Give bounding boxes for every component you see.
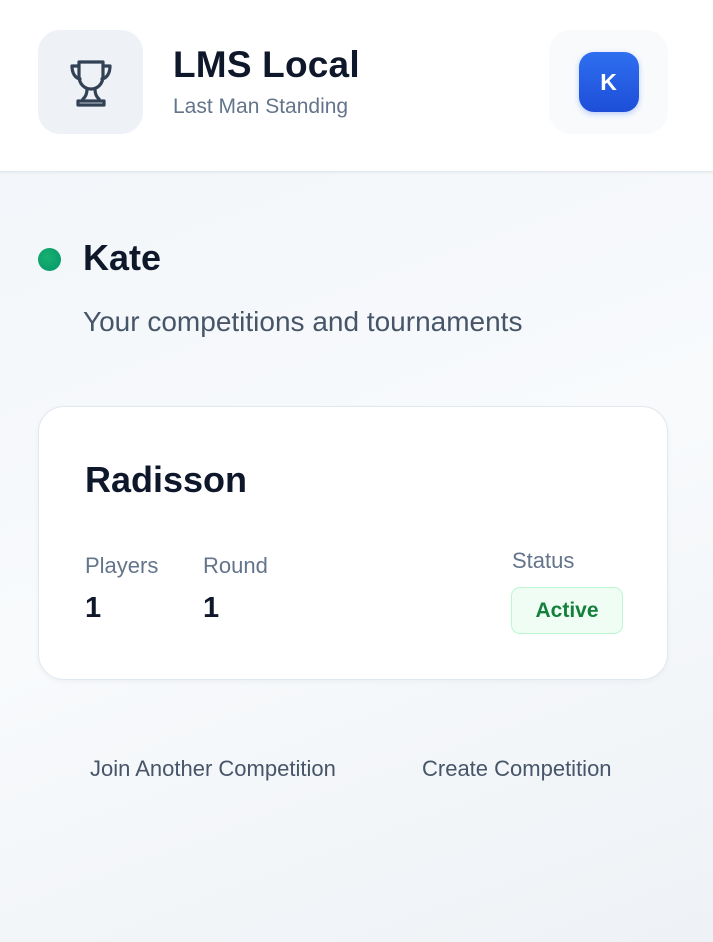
- online-status-dot: [38, 248, 61, 271]
- create-competition-link[interactable]: Create Competition: [422, 756, 612, 782]
- trophy-icon: [69, 60, 112, 107]
- round-number: 1: [203, 592, 220, 624]
- players-label: Players: [85, 553, 159, 578]
- page-subtitle: Your competitions and tournaments: [83, 306, 523, 337]
- user-name-heading: Kate: [83, 237, 162, 278]
- round-label: Round: [203, 553, 268, 578]
- app-header: LMS Local Last Man Standing K: [0, 0, 713, 172]
- competition-name: Radisson: [85, 459, 248, 500]
- players-count: 1: [85, 592, 102, 624]
- user-menu[interactable]: K: [549, 30, 668, 134]
- status-badge: Active: [511, 587, 623, 634]
- status-label: Status: [512, 548, 575, 573]
- competition-card[interactable]: Radisson Players 1 Round 1 Status Active: [38, 406, 668, 680]
- app-subtitle: Last Man Standing: [173, 95, 349, 118]
- app-title: LMS Local: [173, 44, 360, 85]
- avatar[interactable]: K: [578, 52, 639, 112]
- logo: [38, 30, 143, 134]
- join-competition-link[interactable]: Join Another Competition: [90, 756, 336, 782]
